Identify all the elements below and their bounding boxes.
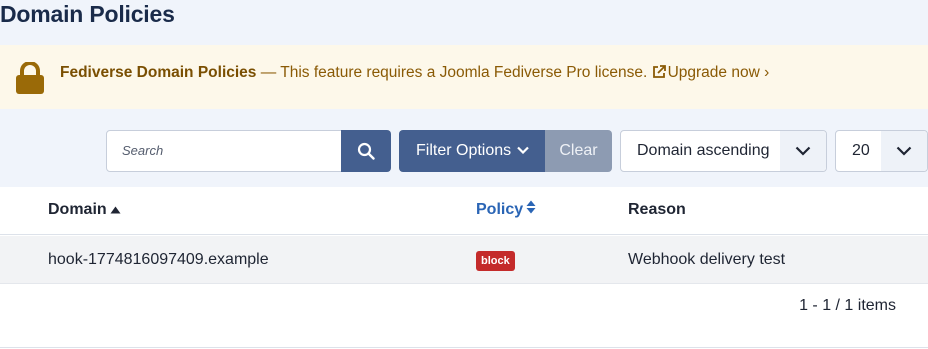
chevron-down-icon [780, 131, 826, 171]
filter-options-button[interactable]: Filter Options [399, 130, 546, 172]
list-toolbar: Search Filter Options Clear Domain ascen… [0, 109, 928, 187]
clear-button[interactable]: Clear [545, 130, 612, 172]
policy-badge: block [476, 251, 515, 271]
search-button[interactable] [341, 130, 391, 172]
sort-select[interactable]: Domain ascending [620, 130, 827, 172]
notice-message: — This feature requires a Joomla Fediver… [256, 64, 652, 81]
search-input[interactable]: Search [106, 130, 342, 172]
column-header-policy[interactable]: Policy [476, 187, 536, 233]
lock-icon [16, 62, 44, 94]
sort-icon [526, 200, 536, 214]
notice-feature-name: Fediverse Domain Policies [60, 64, 257, 81]
table-header: Domain Policy Reason [0, 187, 928, 235]
chevron-down-icon [517, 146, 529, 154]
upgrade-link[interactable]: Upgrade now › [652, 64, 770, 81]
row-policy: block [476, 251, 515, 272]
pro-license-notice: Fediverse Domain Policies — This feature… [0, 45, 928, 109]
upgrade-label: Upgrade now › [667, 64, 770, 81]
page-title: Domain Policies [0, 1, 175, 27]
sort-ascending-icon [110, 206, 121, 214]
external-link-icon [652, 65, 666, 78]
notice-text: Fediverse Domain Policies — This feature… [60, 45, 769, 109]
list-limit-select[interactable]: 20 [835, 130, 928, 172]
sort-select-value: Domain ascending [637, 142, 770, 159]
divider [0, 347, 928, 348]
column-header-domain-label: Domain [48, 201, 107, 218]
row-reason: Webhook delivery test [628, 251, 786, 268]
filter-options-label: Filter Options [416, 142, 512, 159]
table-row: hook-1774816097409.example block Webhook… [0, 236, 928, 284]
limit-select-value: 20 [852, 142, 870, 159]
column-header-policy-label: Policy [476, 201, 524, 218]
chevron-down-icon [881, 131, 927, 171]
search-icon [357, 142, 375, 160]
column-header-reason: Reason [628, 201, 686, 218]
domain-policies-table: Domain Policy Reason hook-1774816097409.… [0, 187, 928, 349]
row-domain[interactable]: hook-1774816097409.example [48, 236, 269, 283]
pagination-summary: 1 - 1 / 1 items [799, 297, 896, 314]
column-header-domain[interactable]: Domain [48, 187, 121, 233]
